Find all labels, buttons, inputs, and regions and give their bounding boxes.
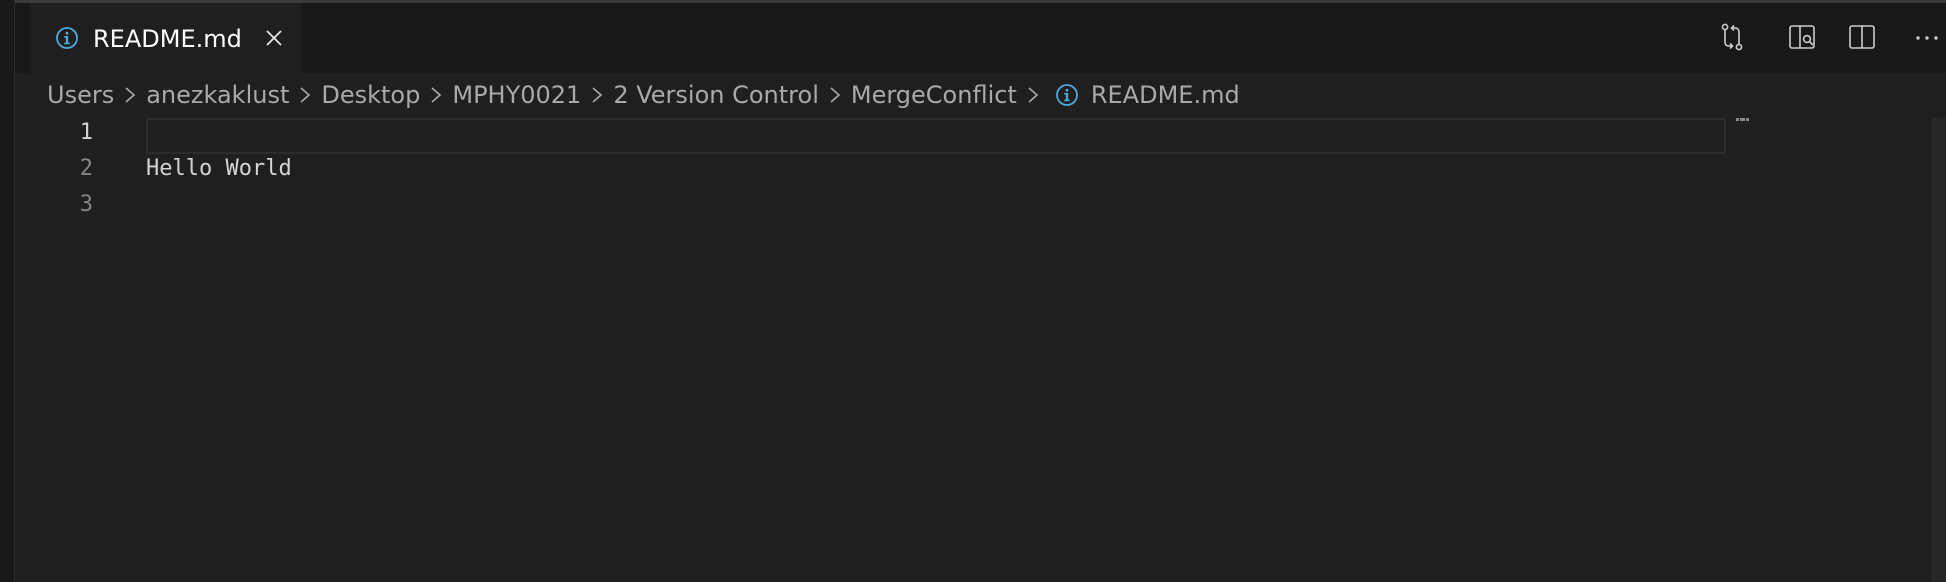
breadcrumb-item-users[interactable]: Users <box>47 81 114 109</box>
breadcrumb-item-course[interactable]: MPHY0021 <box>452 81 581 109</box>
breadcrumb: Users anezkaklust Desktop MPHY0021 2 Ver… <box>47 79 1240 111</box>
code-line[interactable]: Hello World <box>146 151 292 187</box>
code-editor[interactable]: 1 2 3 Hello World <box>15 118 1946 582</box>
minimap[interactable] <box>1722 118 1762 138</box>
chevron-right-icon <box>592 87 603 103</box>
info-icon <box>56 27 78 49</box>
tab-bar: README.md <box>15 3 1946 73</box>
line-number: 3 <box>79 192 93 217</box>
chevron-right-icon <box>1028 87 1039 103</box>
tab-readme[interactable]: README.md <box>30 3 301 73</box>
breadcrumb-item-merge-conflict[interactable]: MergeConflict <box>851 81 1017 109</box>
line-number: 2 <box>79 156 93 181</box>
close-icon[interactable] <box>264 28 284 48</box>
breadcrumb-item-file[interactable]: README.md <box>1091 81 1240 109</box>
editor-window: README.md Users anezkaklust Desktop MPHY… <box>0 0 1946 582</box>
info-icon <box>1055 84 1078 106</box>
activity-edge <box>0 0 15 582</box>
vertical-scrollbar[interactable] <box>1932 118 1946 582</box>
breadcrumb-item-version-control[interactable]: 2 Version Control <box>613 81 819 109</box>
line-number: 1 <box>79 120 93 145</box>
current-line-highlight <box>146 118 1726 154</box>
chevron-right-icon <box>830 87 841 103</box>
split-editor-icon[interactable] <box>1847 22 1877 52</box>
breadcrumb-item-desktop[interactable]: Desktop <box>321 81 420 109</box>
breadcrumb-item-user[interactable]: anezkaklust <box>146 81 289 109</box>
more-actions-icon[interactable] <box>1912 22 1942 52</box>
chevron-right-icon <box>300 87 311 103</box>
open-preview-to-side-icon[interactable] <box>1787 22 1817 52</box>
compare-changes-icon[interactable] <box>1717 22 1747 52</box>
tab-label: README.md <box>93 25 242 53</box>
chevron-right-icon <box>431 87 442 103</box>
chevron-right-icon <box>125 87 136 103</box>
